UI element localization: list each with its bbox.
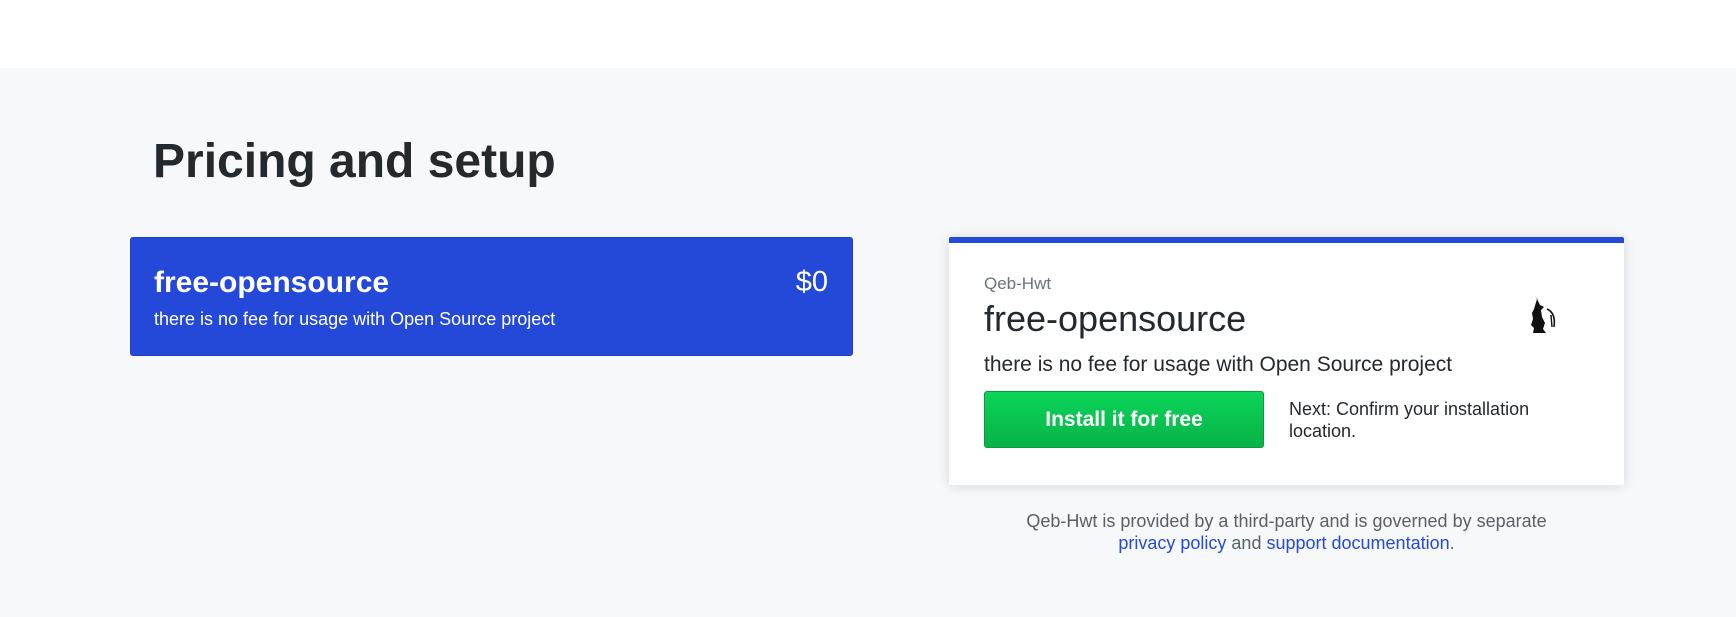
- plan-name: free-opensource: [154, 266, 390, 299]
- plan-card-free-opensource[interactable]: free-opensource $0 there is no fee for u…: [130, 237, 853, 356]
- third-party-notice-text: Qeb-Hwt is provided by a third-party and…: [1026, 511, 1547, 531]
- plan-price: $0: [795, 266, 828, 298]
- privacy-policy-link[interactable]: privacy policy: [1118, 533, 1226, 553]
- period-text: .: [1449, 533, 1455, 553]
- top-header-bar: [0, 0, 1736, 68]
- main-content: Pricing and setup free-opensource $0 the…: [0, 68, 1736, 617]
- support-documentation-link[interactable]: support documentation: [1266, 533, 1449, 553]
- next-step-text: Next: Confirm your installation location…: [1289, 399, 1530, 441]
- and-text: and: [1231, 533, 1262, 553]
- install-card: Qeb-Hwt free-opensource there is no fee …: [949, 237, 1624, 485]
- selected-plan-description: there is no fee for usage with Open Sour…: [984, 353, 1453, 376]
- install-for-free-button[interactable]: Install it for free: [984, 391, 1264, 448]
- selected-plan-name: free-opensource: [984, 298, 1247, 339]
- vendor-name: Qeb-Hwt: [984, 274, 1052, 293]
- qeb-hwt-logo-icon: [1531, 296, 1556, 333]
- third-party-notice: Qeb-Hwt is provided by a third-party and…: [949, 510, 1624, 554]
- plan-description: there is no fee for usage with Open Sour…: [154, 309, 556, 329]
- page-title: Pricing and setup: [153, 135, 556, 188]
